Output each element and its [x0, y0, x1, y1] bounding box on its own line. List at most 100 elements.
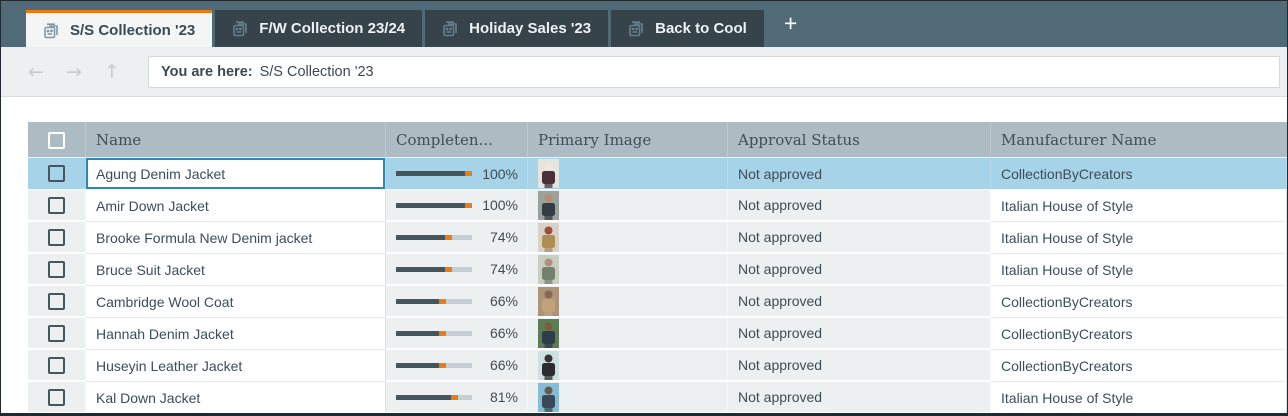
tab-f-w-collection-23-24[interactable]: F/W Collection 23/24: [215, 10, 422, 47]
tab-back-to-cool[interactable]: Back to Cool: [611, 10, 764, 47]
row-select-cell[interactable]: [28, 190, 86, 222]
approval-status-cell: Not approved: [728, 286, 991, 318]
row-select-cell[interactable]: [28, 318, 86, 350]
breadcrumb-current: S/S Collection '23: [260, 64, 374, 80]
name-cell[interactable]: Cambridge Wool Coat: [86, 286, 386, 318]
approval-status-cell: Not approved: [728, 254, 991, 286]
breadcrumb[interactable]: You are here: S/S Collection '23: [148, 56, 1280, 88]
select-all-header[interactable]: [28, 122, 86, 158]
row-select-cell[interactable]: [28, 158, 86, 190]
completeness-value: 66%: [472, 325, 518, 341]
tab-bar: S/S Collection '23F/W Collection 23/24 Ho…: [1, 1, 1287, 47]
tab-s-s-collection-23[interactable]: S/S Collection '23: [26, 10, 212, 47]
manufacturer-name-cell[interactable]: CollectionByCreators: [991, 350, 1287, 382]
tab-label: Holiday Sales '23: [469, 20, 591, 37]
completeness-value: 74%: [472, 261, 518, 277]
primary-image-cell[interactable]: [528, 222, 728, 254]
primary-image-cell[interactable]: [528, 158, 728, 190]
name-cell[interactable]: Bruce Suit Jacket: [86, 254, 386, 286]
name-cell[interactable]: Kal Down Jacket: [86, 382, 386, 414]
completeness-bar: [396, 203, 472, 208]
row-checkbox[interactable]: [48, 229, 65, 246]
row-checkbox[interactable]: [48, 389, 65, 406]
primary-image-cell[interactable]: [528, 254, 728, 286]
table-row: Kal Down Jacket 81% Not approvedItalian Ho…: [28, 382, 1287, 414]
forward-icon[interactable]: →: [66, 61, 104, 83]
grid-header-row: NameCompleten...Primary ImageApproval St…: [28, 122, 1287, 158]
manufacturer-name-cell[interactable]: Italian House of Style: [991, 254, 1287, 286]
approval-status-cell: Not approved: [728, 318, 991, 350]
row-checkbox[interactable]: [48, 165, 65, 182]
completeness-cell: 100%: [386, 190, 528, 222]
column-header-approval-status[interactable]: Approval Status: [728, 122, 991, 158]
product-thumbnail: [538, 255, 559, 284]
row-select-cell[interactable]: [28, 350, 86, 382]
row-select-cell[interactable]: [28, 254, 86, 286]
name-cell[interactable]: Amir Down Jacket: [86, 190, 386, 222]
tab-label: Back to Cool: [655, 20, 747, 37]
row-checkbox[interactable]: [48, 197, 65, 214]
primary-image-cell[interactable]: [528, 286, 728, 318]
completeness-value: 100%: [472, 197, 518, 213]
table-row: Hannah Denim Jacket 66% Not approvedCollec…: [28, 318, 1287, 350]
completeness-bar: [396, 363, 472, 368]
up-icon[interactable]: ↑: [104, 61, 142, 83]
app-window: S/S Collection '23F/W Collection 23/24Ho…: [0, 0, 1288, 416]
table-row: Bruce Suit Jacket 74% Not approvedItalian …: [28, 254, 1287, 286]
column-header-primary-image[interactable]: Primary Image: [528, 122, 728, 158]
row-checkbox[interactable]: [48, 357, 65, 374]
back-icon[interactable]: ←: [28, 61, 66, 83]
completeness-value: 81%: [472, 389, 518, 405]
column-header-completeness[interactable]: Completen...: [386, 122, 528, 158]
product-thumbnail: [538, 159, 559, 188]
manufacturer-name-cell[interactable]: Italian House of Style: [991, 190, 1287, 222]
primary-image-cell[interactable]: [528, 350, 728, 382]
completeness-value: 74%: [472, 229, 518, 245]
table-row: Cambridge Wool Coat66% Not approvedCollec…: [28, 286, 1287, 318]
completeness-bar: [396, 395, 472, 400]
grid-area: NameCompleten...Primary ImageApproval St…: [1, 97, 1287, 414]
completeness-bar: [396, 171, 472, 176]
completeness-bar: [396, 299, 472, 304]
name-cell[interactable]: Brooke Formula New Denim jacket: [86, 222, 386, 254]
manufacturer-name-cell[interactable]: CollectionByCreators: [991, 286, 1287, 318]
completeness-cell: 66%: [386, 286, 528, 318]
product-thumbnail: [538, 383, 559, 412]
row-select-cell[interactable]: [28, 382, 86, 414]
completeness-cell: 66%: [386, 350, 528, 382]
column-header-manufacturer-name[interactable]: Manufacturer Name: [991, 122, 1287, 158]
approval-status-cell: Not approved: [728, 382, 991, 414]
name-cell[interactable]: Agung Denim Jacket: [86, 158, 386, 190]
manufacturer-name-cell[interactable]: CollectionByCreators: [991, 158, 1287, 190]
manufacturer-name-cell[interactable]: Italian House of Style: [991, 222, 1287, 254]
manufacturer-name-cell[interactable]: CollectionByCreators: [991, 318, 1287, 350]
name-cell[interactable]: Huseyin Leather Jacket: [86, 350, 386, 382]
collection-stack-icon: [43, 22, 60, 39]
manufacturer-name-cell[interactable]: Italian House of Style: [991, 382, 1287, 414]
column-header-name[interactable]: Name: [86, 122, 386, 158]
new-tab-button[interactable]: +: [784, 10, 797, 39]
completeness-cell: 74%: [386, 222, 528, 254]
collection-stack-icon: [232, 20, 249, 37]
product-thumbnail: [538, 191, 559, 220]
name-edit-input[interactable]: Agung Denim Jacket: [86, 158, 385, 189]
table-row: Agung Denim Jacket100%Not approvedCollec…: [28, 158, 1287, 190]
completeness-cell: 74%: [386, 254, 528, 286]
primary-image-cell[interactable]: [528, 382, 728, 414]
name-cell[interactable]: Hannah Denim Jacket: [86, 318, 386, 350]
row-checkbox[interactable]: [48, 293, 65, 310]
table-row: Huseyin Leather Jacket66%Not approvedCol…: [28, 350, 1287, 382]
completeness-cell: 66%: [386, 318, 528, 350]
tab-holiday-sales-23[interactable]: Holiday Sales '23: [425, 10, 608, 47]
row-checkbox[interactable]: [48, 261, 65, 278]
row-select-cell[interactable]: [28, 286, 86, 318]
completeness-bar: [396, 331, 472, 336]
select-all-checkbox[interactable]: [48, 132, 65, 149]
row-select-cell[interactable]: [28, 222, 86, 254]
table-row: Brooke Formula New Denim jacket74%Not ap…: [28, 222, 1287, 254]
product-thumbnail: [538, 351, 559, 380]
primary-image-cell[interactable]: [528, 318, 728, 350]
row-checkbox[interactable]: [48, 325, 65, 342]
breadcrumb-prefix: You are here:: [161, 64, 253, 80]
primary-image-cell[interactable]: [528, 190, 728, 222]
